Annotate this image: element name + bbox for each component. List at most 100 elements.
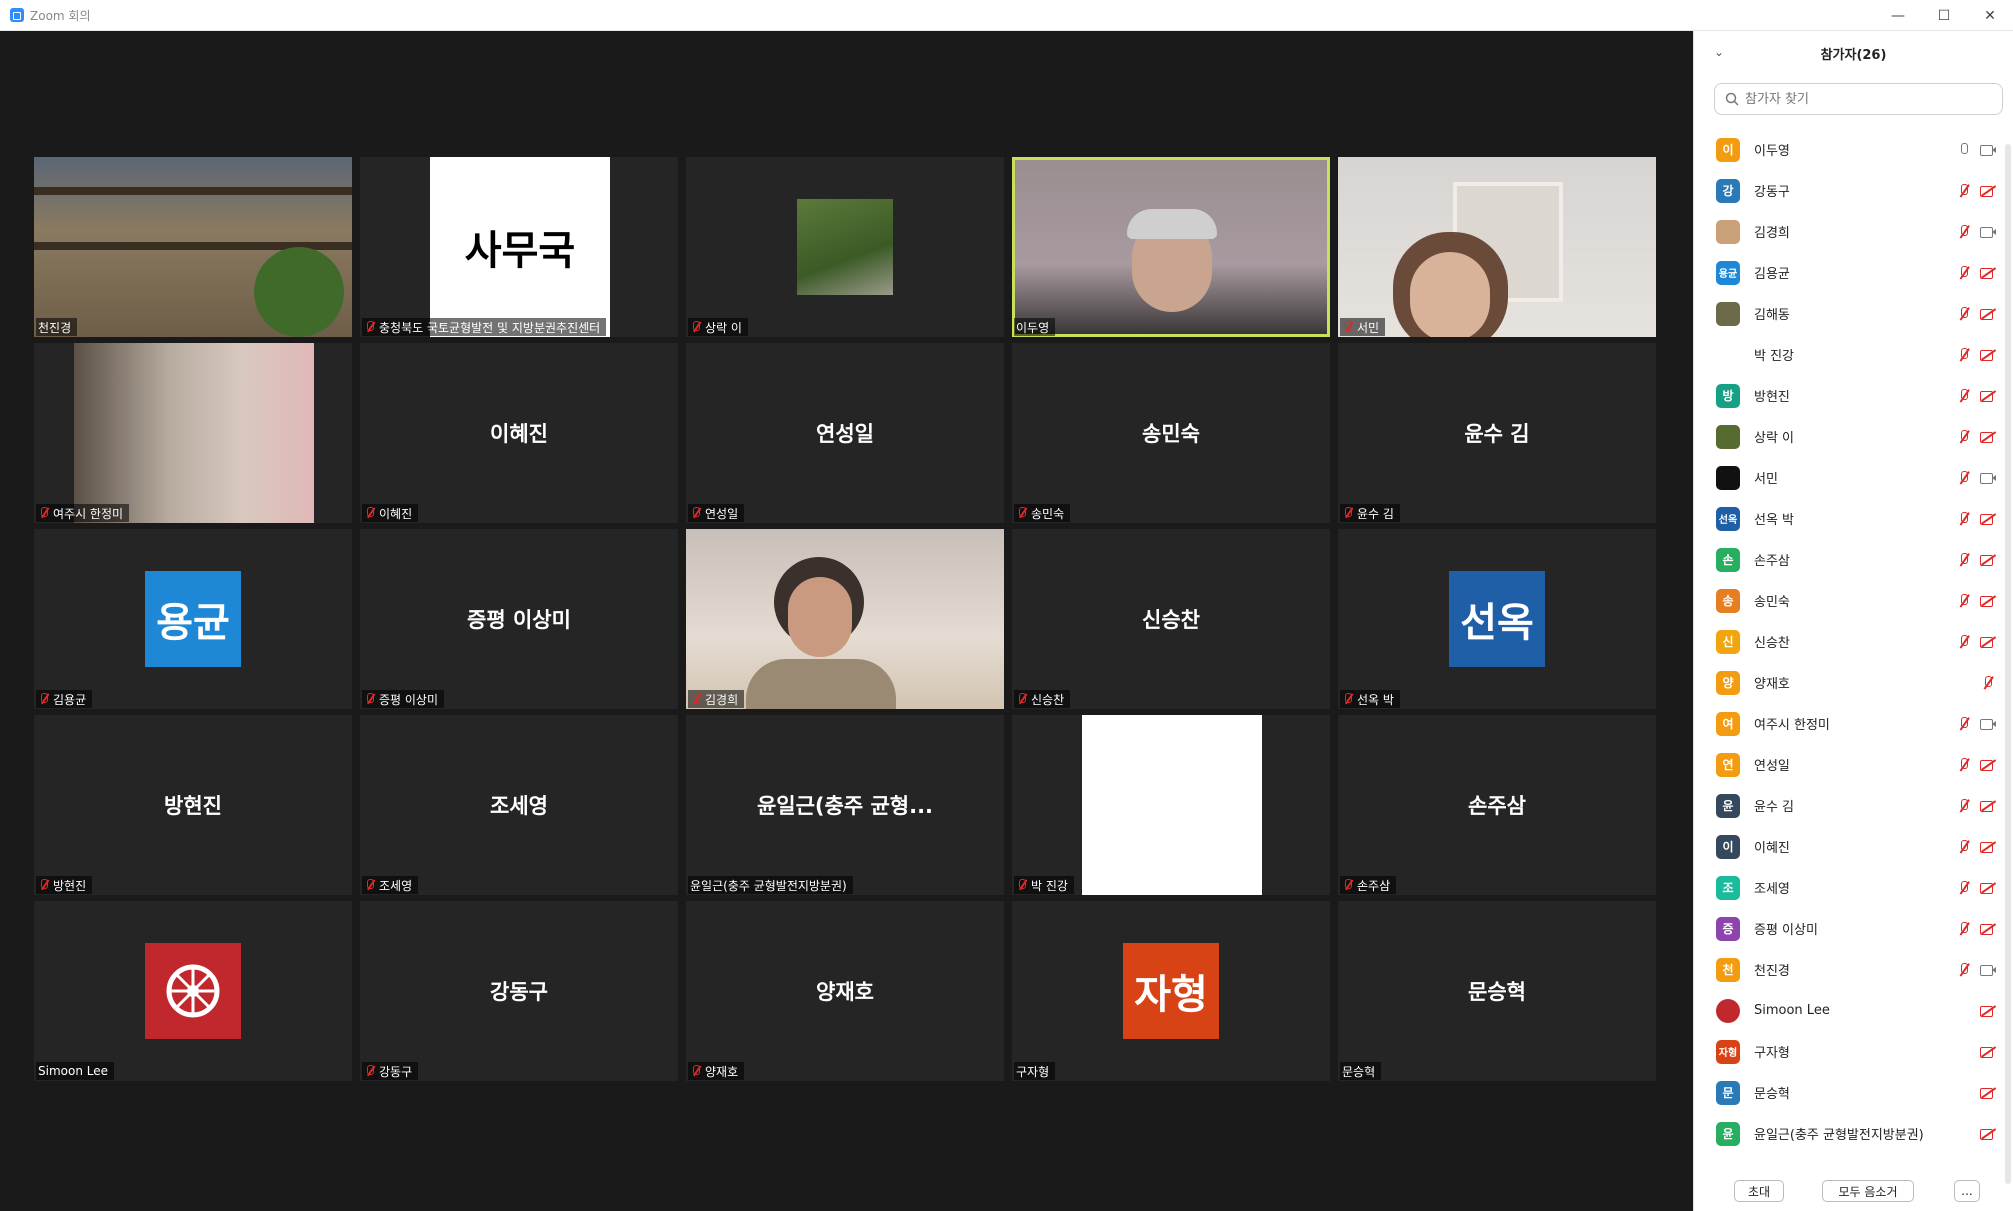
mic-muted-icon[interactable] [1956,347,1972,362]
video-tile[interactable]: 문승혁 문승혁 [1338,901,1656,1081]
mic-muted-icon[interactable] [1956,388,1972,403]
mic-muted-icon[interactable] [1956,716,1972,731]
mic-muted-icon[interactable] [1956,839,1972,854]
video-tile[interactable]: 이혜진 이혜진 [360,343,678,523]
participant-row[interactable]: 증 증평 이상미 [1694,908,2004,949]
mic-muted-icon[interactable] [1956,880,1972,895]
mic-muted-icon[interactable] [1956,634,1972,649]
participant-row[interactable]: 김경희 [1694,211,2004,252]
tile-name-label: 문승혁 [1340,1062,1382,1080]
participant-row[interactable]: Simoon Lee [1694,990,2004,1031]
mic-muted-icon[interactable] [1956,798,1972,813]
chevron-down-icon[interactable]: ⌄ [1714,45,1724,59]
participant-row[interactable]: 선옥 선옥 박 [1694,498,2004,539]
video-tile[interactable]: 박 진강 [1012,715,1330,895]
mic-muted-icon[interactable] [1956,511,1972,526]
mic-muted-icon[interactable] [1956,306,1972,321]
video-tile[interactable]: 선옥 선옥 박 [1338,529,1656,709]
video-tile[interactable]: 사무국 충청북도 국토균형발전 및 지방분권추진센터 [360,157,678,337]
video-tile[interactable]: 윤수 김 윤수 김 [1338,343,1656,523]
avatar [1716,219,1740,244]
participants-panel: ⌄ 참가자(26) 이 이두영 강 강동구 김경희 용균 김용균 김해동 박 진강 방… [1693,31,2013,1211]
participant-row[interactable]: 신 신승찬 [1694,621,2004,662]
shelf [34,187,352,195]
tile-name-label: 상락 이 [688,318,748,336]
participant-row[interactable]: 용균 김용균 [1694,252,2004,293]
video-tile[interactable]: 양재호 양재호 [686,901,1004,1081]
mic-muted-icon[interactable] [1956,593,1972,608]
participant-row[interactable]: 손 손주삼 [1694,539,2004,580]
mic-muted-icon[interactable] [1956,470,1972,485]
mic-muted-icon[interactable] [1956,183,1972,198]
video-tile[interactable]: 연성일 연성일 [686,343,1004,523]
close-button[interactable]: ✕ [1967,0,2013,31]
video-tile[interactable]: 여주시 한정미 [34,343,352,523]
participant-name: 천진경 [1754,964,1790,979]
participant-row[interactable]: 윤 윤수 김 [1694,785,2004,826]
video-tile[interactable]: 송민숙 송민숙 [1012,343,1330,523]
participant-name-display: 윤일근(충주 균형... [756,794,934,818]
video-camera-icon [1980,717,1996,731]
mic-muted-icon[interactable] [1956,757,1972,772]
video-tile[interactable]: 조세영 조세영 [360,715,678,895]
video-tile[interactable]: 손주삼 손주삼 [1338,715,1656,895]
video-off-icon [1980,348,1996,362]
participant-row[interactable]: 조 조세영 [1694,867,2004,908]
participant-row[interactable]: 방 방현진 [1694,375,2004,416]
video-tile[interactable]: 서민 [1338,157,1656,337]
video-tile[interactable]: 김경희 [686,529,1004,709]
mic-muted-icon[interactable] [1956,962,1972,977]
microphone-icon[interactable] [1956,142,1972,157]
participant-row[interactable]: 박 진강 [1694,334,2004,375]
mic-muted-icon[interactable] [1956,921,1972,936]
invite-button[interactable]: 초대 [1734,1180,1784,1202]
mic-muted-icon[interactable] [1956,552,1972,567]
tile-name-label: 김경희 [688,690,745,708]
participant-row[interactable]: 김해동 [1694,293,2004,334]
mic-muted-icon [38,692,50,706]
participant-name-display: 조세영 [490,794,548,818]
participant-row[interactable]: 천 천진경 [1694,949,2004,990]
participant-row[interactable]: 문 문승혁 [1694,1072,2004,1113]
video-tile[interactable]: 용균 김용균 [34,529,352,709]
more-options-button[interactable]: ... [1954,1180,1980,1202]
participant-row[interactable]: 송 송민숙 [1694,580,2004,621]
participant-row[interactable]: 여 여주시 한정미 [1694,703,2004,744]
video-tile[interactable]: 신승찬 신승찬 [1012,529,1330,709]
tile-name-label: 증평 이상미 [362,690,445,708]
mic-muted-icon[interactable] [1956,224,1972,239]
participant-search[interactable] [1714,83,2003,115]
mic-muted-icon[interactable] [1956,429,1972,444]
video-tile[interactable]: 증평 이상미 증평 이상미 [360,529,678,709]
video-tile[interactable]: 상락 이 [686,157,1004,337]
video-tile-active-speaker[interactable]: 이두영 [1012,157,1330,337]
video-tile[interactable]: 방현진 방현진 [34,715,352,895]
participant-row[interactable]: 강 강동구 [1694,170,2004,211]
participant-row[interactable]: 이 이두영 [1694,129,2004,170]
mute-all-button[interactable]: 모두 음소거 [1822,1180,1914,1202]
search-input[interactable] [1745,91,1985,107]
participant-row[interactable]: 서민 [1694,457,2004,498]
participant-row[interactable]: 이 이혜진 [1694,826,2004,867]
speaker-hair [1127,209,1217,239]
video-tile[interactable]: 천진경 [34,157,352,337]
video-tile[interactable]: 윤일근(충주 균형... 윤일근(충주 균형발전지방분권) [686,715,1004,895]
video-tile[interactable]: Simoon Lee [34,901,352,1081]
participant-row[interactable]: 양 양재호 [1694,662,2004,703]
video-tile[interactable]: 강동구 강동구 [360,901,678,1081]
participant-row[interactable]: 상락 이 [1694,416,2004,457]
participant-row[interactable]: 연 연성일 [1694,744,2004,785]
profile-photo [797,199,893,295]
participant-name: 박 진강 [1754,349,1795,364]
maximize-button[interactable]: ☐ [1921,0,1967,31]
video-tile[interactable]: 자형 구자형 [1012,901,1330,1081]
participant-row[interactable]: 자형 구자형 [1694,1031,2004,1072]
minimize-button[interactable]: — [1875,0,1921,31]
participant-row[interactable]: 윤 윤일근(충주 균형발전지방분권) [1694,1113,2004,1154]
mic-muted-icon[interactable] [1980,675,1996,690]
mic-muted-icon [1342,320,1354,334]
panel-scrollbar[interactable] [2005,144,2011,1184]
video-off-icon [1980,307,1996,321]
video-camera-icon [1980,143,1996,157]
mic-muted-icon[interactable] [1956,265,1972,280]
